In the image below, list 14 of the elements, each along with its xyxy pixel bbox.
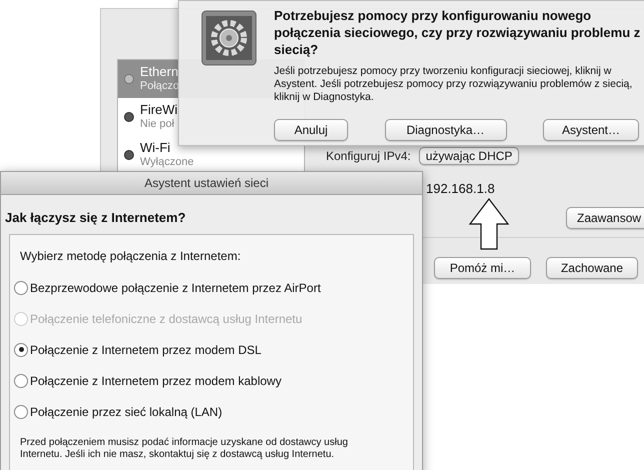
interface-status: Połączo (140, 79, 180, 93)
ip-address: 192.168.1.8 (426, 180, 495, 198)
configure-label: Konfiguruj IPv4: (326, 148, 411, 165)
sheet-title: Potrzebujesz pomocy przy konfigurowaniu nowego połączenia sieciowego, czy przy rozwiązywaniu problemu z siecią? (274, 7, 642, 58)
interface-status: Nie poł (140, 117, 176, 131)
options-prompt: Wybierz metodę połączenia z Internetem: (20, 248, 242, 264)
assistant-note: Przed połączeniem musisz podać informacje uzyskane od dostawcy usług Internetu. Jeśli ich nie masz, skontaktuj się z dostawcą usług Internetu. (20, 436, 349, 460)
interface-status: Wyłączone (140, 155, 194, 169)
assistant-heading: Jak łączysz się z Internetem? (5, 209, 187, 227)
interface-name: FireWi (140, 103, 178, 117)
interface-name: Ethern (140, 65, 180, 79)
window-title: Asystent ustawień sieci (144, 175, 269, 192)
interface-name: Wi-Fi (140, 141, 172, 155)
sheet-message: Jeśli potrzebujesz pomocy przy tworzeniu konfiguracji sieciowej, kliknij w Asystent. Jeśli potrzebujesz pomocy przy rozwiązywaniu problemów z siecią, kliknij w Diagnostyka. (274, 65, 634, 104)
